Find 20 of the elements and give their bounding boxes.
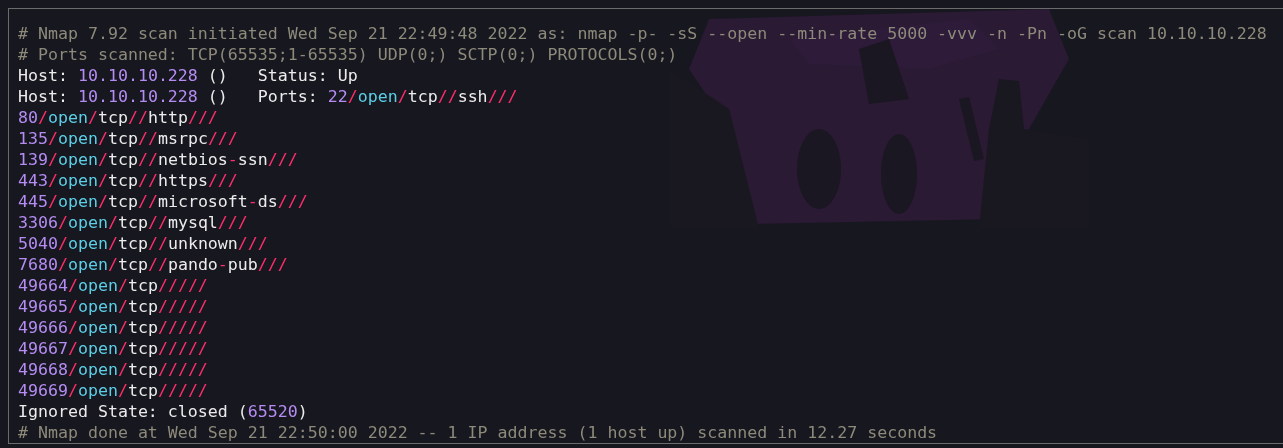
terminal-line: 135/open/tcp//msrpc/// (18, 128, 238, 149)
terminal-line: Host: 10.10.10.228 () Ports: 22/open/tcp//ssh/// (18, 86, 518, 107)
terminal-line: 3306/open/tcp//mysql/// (18, 212, 248, 233)
terminal-line: # Nmap 7.92 scan initiated Wed Sep 21 22:49:48 2022 as: nmap -p- -sS --open --min-rate 5000 -vvv -n -Pn -oG scan 10.10.10.228 (18, 23, 1267, 44)
terminal-line: 443/open/tcp//https/// (18, 170, 238, 191)
terminal-line: # Ports scanned: TCP(65535;1-65535) UDP(0;) SCTP(0;) PROTOCOLS(0;) (18, 44, 678, 65)
terminal-line: 49665/open/tcp///// (18, 296, 208, 317)
terminal-line: 445/open/tcp//microsoft-ds/// (18, 191, 308, 212)
terminal-line: 49666/open/tcp///// (18, 317, 208, 338)
terminal-line: Host: 10.10.10.228 () Status: Up (18, 65, 358, 86)
terminal-line: 7680/open/tcp//pando-pub/// (18, 254, 288, 275)
terminal-line: 49664/open/tcp///// (18, 275, 208, 296)
terminal-line: 5040/open/tcp//unknown/// (18, 233, 268, 254)
terminal-line: # Nmap done at Wed Sep 21 22:50:00 2022 -- 1 IP address (1 host up) scanned in 12.27 seconds (18, 422, 938, 443)
terminal-line: 49669/open/tcp///// (18, 380, 208, 401)
terminal-line: Ignored State: closed (65520) (18, 401, 308, 422)
terminal-line: 49668/open/tcp///// (18, 359, 208, 380)
terminal-line: 139/open/tcp//netbios-ssn/// (18, 149, 298, 170)
terminal-line: 49667/open/tcp///// (18, 338, 208, 359)
terminal-line: 80/open/tcp//http/// (18, 107, 218, 128)
